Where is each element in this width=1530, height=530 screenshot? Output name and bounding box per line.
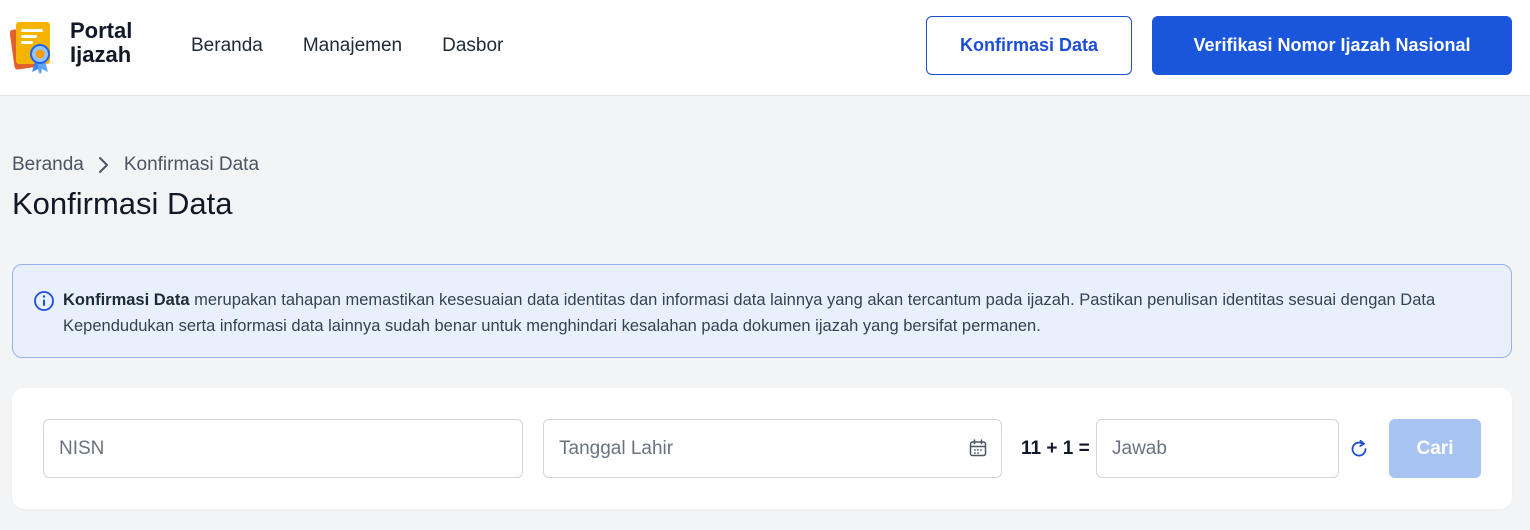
nav-dasbor[interactable]: Dasbor xyxy=(442,34,503,58)
nav-manajemen[interactable]: Manajemen xyxy=(303,34,402,58)
brand-line-1: Portal xyxy=(70,18,133,43)
info-circle-icon xyxy=(34,291,54,311)
main-nav: Beranda Manajemen Dasbor xyxy=(191,34,543,58)
page-title: Konfirmasi Data xyxy=(12,186,233,221)
nav-beranda[interactable]: Beranda xyxy=(191,34,263,58)
breadcrumb: Beranda Konfirmasi Data xyxy=(12,154,259,176)
captcha-answer-input[interactable] xyxy=(1096,419,1339,478)
breadcrumb-home-link[interactable]: Beranda xyxy=(12,154,84,176)
tanggal-lahir-field[interactable] xyxy=(543,419,1002,478)
alert-bold-text: Konfirmasi Data xyxy=(63,291,190,309)
chevron-right-icon xyxy=(98,157,108,173)
calendar-icon[interactable] xyxy=(968,438,988,458)
captcha-question: 11 + 1 = xyxy=(1021,438,1090,459)
info-alert: Konfirmasi Data merupakan tahapan memast… xyxy=(12,264,1512,358)
alert-body-text: merupakan tahapan memastikan kesesuaian … xyxy=(63,291,1436,335)
portal-ijazah-logo-icon[interactable] xyxy=(10,18,60,74)
brand-line-2: Ijazah xyxy=(70,42,132,67)
refresh-icon[interactable] xyxy=(1348,438,1370,460)
verifikasi-nomor-ijazah-button[interactable]: Verifikasi Nomor Ijazah Nasional xyxy=(1152,16,1512,75)
top-navbar: Portal Ijazah Beranda Manajemen Dasbor K… xyxy=(0,0,1530,96)
nisn-input[interactable] xyxy=(43,419,523,478)
cari-button[interactable]: Cari xyxy=(1389,419,1481,478)
breadcrumb-current: Konfirmasi Data xyxy=(123,154,260,175)
alert-text: Konfirmasi Data merupakan tahapan memast… xyxy=(63,287,1483,339)
tanggal-lahir-input[interactable] xyxy=(543,419,1002,478)
konfirmasi-data-button[interactable]: Konfirmasi Data xyxy=(926,16,1132,75)
search-card: 11 + 1 = Cari xyxy=(12,388,1512,509)
brand-name[interactable]: Portal Ijazah xyxy=(70,19,132,67)
